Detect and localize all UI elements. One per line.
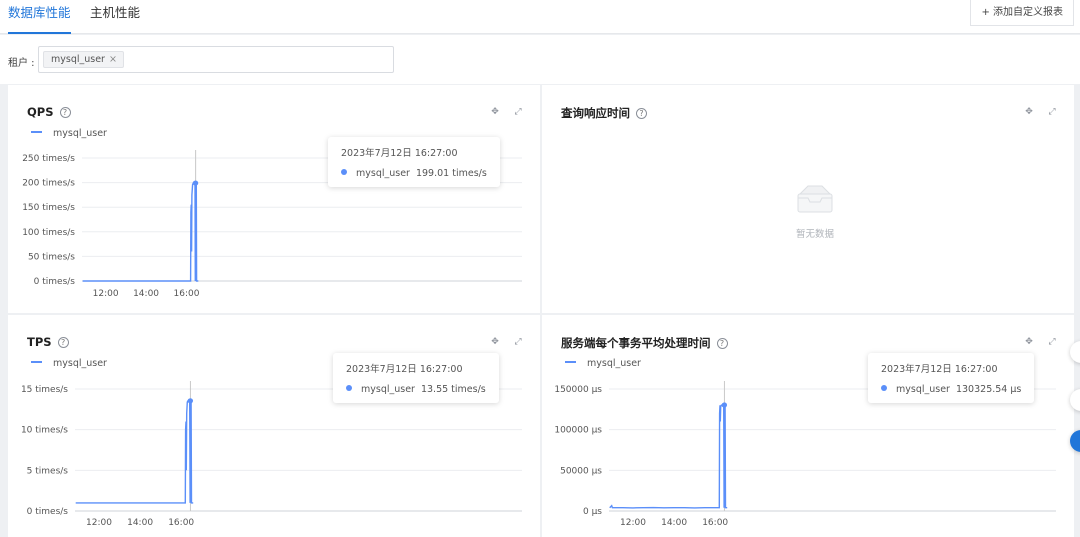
tps-chart: 0 times/s 5 times/s 10 times/s 15 times/s 12… bbox=[21, 381, 522, 528]
pin-icon[interactable]: ✥ bbox=[1024, 107, 1034, 117]
empty-box-icon bbox=[797, 185, 833, 213]
transaction-time-panel: 服务端每个事务平均处理时间? ✥ ⤢ mysql_user 0 µs 50000 … bbox=[542, 315, 1074, 537]
y-tick-label: 50000 µs bbox=[560, 466, 602, 476]
y-tick-label: 150000 µs bbox=[554, 385, 602, 395]
y-tick-label: 100000 µs bbox=[554, 426, 602, 436]
y-tick-label: 0 times/s bbox=[34, 277, 76, 287]
tooltip-value: 13.55 times/s bbox=[420, 384, 486, 395]
x-tick-label: 12:00 bbox=[93, 289, 119, 299]
tenant-label: 租户 : bbox=[8, 58, 35, 69]
tooltip-time: 2023年7月12日 16:27:00 bbox=[341, 148, 458, 159]
chip-close-icon[interactable]: × bbox=[109, 54, 117, 65]
query-response-time-panel: 查询响应时间? ✥ ⤢ 暂无数据 bbox=[542, 85, 1074, 313]
chart-tooltip: 2023年7月12日 16:27:00 mysql_user 130325.54 … bbox=[868, 353, 1035, 403]
x-tick-label: 14:00 bbox=[127, 518, 153, 528]
tooltip-time: 2023年7月12日 16:27:00 bbox=[881, 364, 998, 375]
add-custom-report-button[interactable]: + 添加自定义报表 bbox=[970, 0, 1074, 26]
x-tick-label: 12:00 bbox=[620, 518, 646, 528]
y-tick-label: 200 times/s bbox=[22, 179, 75, 189]
chart-tooltip: 2023年7月12日 16:27:00 mysql_user 199.01 tim… bbox=[328, 137, 500, 187]
tooltip-value: 130325.54 µs bbox=[955, 384, 1022, 395]
y-tick-label: 100 times/s bbox=[22, 228, 75, 238]
y-tick-label: 50 times/s bbox=[28, 252, 75, 262]
y-tick-label: 250 times/s bbox=[22, 154, 75, 164]
y-tick-label: 0 µs bbox=[583, 507, 602, 517]
empty-state: 暂无数据 bbox=[790, 184, 840, 240]
transaction-time-chart: 0 µs 50000 µs 100000 µs 150000 µs 12:00 14:00… bbox=[554, 381, 1056, 528]
qps-chart: 0 times/s 50 times/s 100 times/s 150 times/… bbox=[22, 150, 522, 299]
tooltip-series-name: mysql_user bbox=[361, 384, 415, 395]
x-tick-label: 14:00 bbox=[133, 289, 159, 299]
tooltip-series-name: mysql_user bbox=[896, 384, 950, 395]
chart-tooltip: 2023年7月12日 16:27:00 mysql_user 13.55 time… bbox=[333, 353, 499, 403]
tps-panel: TPS? ✥ ⤢ mysql_user 0 times/s 5 times/s 10… bbox=[8, 315, 540, 537]
tooltip-time: 2023年7月12日 16:27:00 bbox=[346, 364, 463, 375]
y-tick-label: 0 times/s bbox=[27, 507, 69, 517]
x-tick-label: 14:00 bbox=[661, 518, 687, 528]
series-line bbox=[75, 400, 194, 504]
tenant-filter-bar: 租户 : mysql_user × bbox=[0, 35, 1080, 84]
question-circle-icon[interactable]: ? bbox=[636, 108, 647, 119]
qps-panel: QPS? ✥ ⤢ mysql_user 0 times/s 50 times/s 1… bbox=[8, 85, 540, 313]
tooltip-series-dot bbox=[346, 385, 352, 391]
y-tick-label: 150 times/s bbox=[22, 203, 75, 213]
data-point bbox=[192, 180, 198, 186]
y-tick-label: 15 times/s bbox=[21, 385, 68, 395]
tooltip-series-dot bbox=[881, 385, 887, 391]
y-tick-label: 10 times/s bbox=[21, 426, 68, 436]
data-point bbox=[187, 398, 192, 403]
tab-database-performance[interactable]: 数据库性能 bbox=[8, 4, 71, 34]
tooltip-series-name: mysql_user bbox=[356, 168, 410, 179]
x-tick-label: 16:00 bbox=[702, 518, 728, 528]
tab-host-performance[interactable]: 主机性能 bbox=[90, 4, 140, 34]
empty-state-text: 暂无数据 bbox=[795, 229, 834, 240]
x-tick-label: 16:00 bbox=[168, 518, 194, 528]
tooltip-series-dot bbox=[341, 169, 347, 175]
tenant-select[interactable]: mysql_user × bbox=[38, 46, 394, 73]
data-point bbox=[721, 402, 726, 408]
x-tick-label: 16:00 bbox=[174, 289, 200, 299]
expand-icon[interactable]: ⤢ bbox=[1047, 107, 1057, 117]
panel-title: 查询响应时间? bbox=[561, 105, 647, 121]
y-tick-label: 5 times/s bbox=[27, 466, 69, 476]
x-tick-label: 12:00 bbox=[86, 518, 112, 528]
tooltip-value: 199.01 times/s bbox=[415, 168, 487, 179]
tenant-chip: mysql_user × bbox=[43, 51, 124, 68]
series-line bbox=[609, 404, 728, 509]
top-bar: 数据库性能 主机性能 + 添加自定义报表 bbox=[0, 0, 1080, 34]
